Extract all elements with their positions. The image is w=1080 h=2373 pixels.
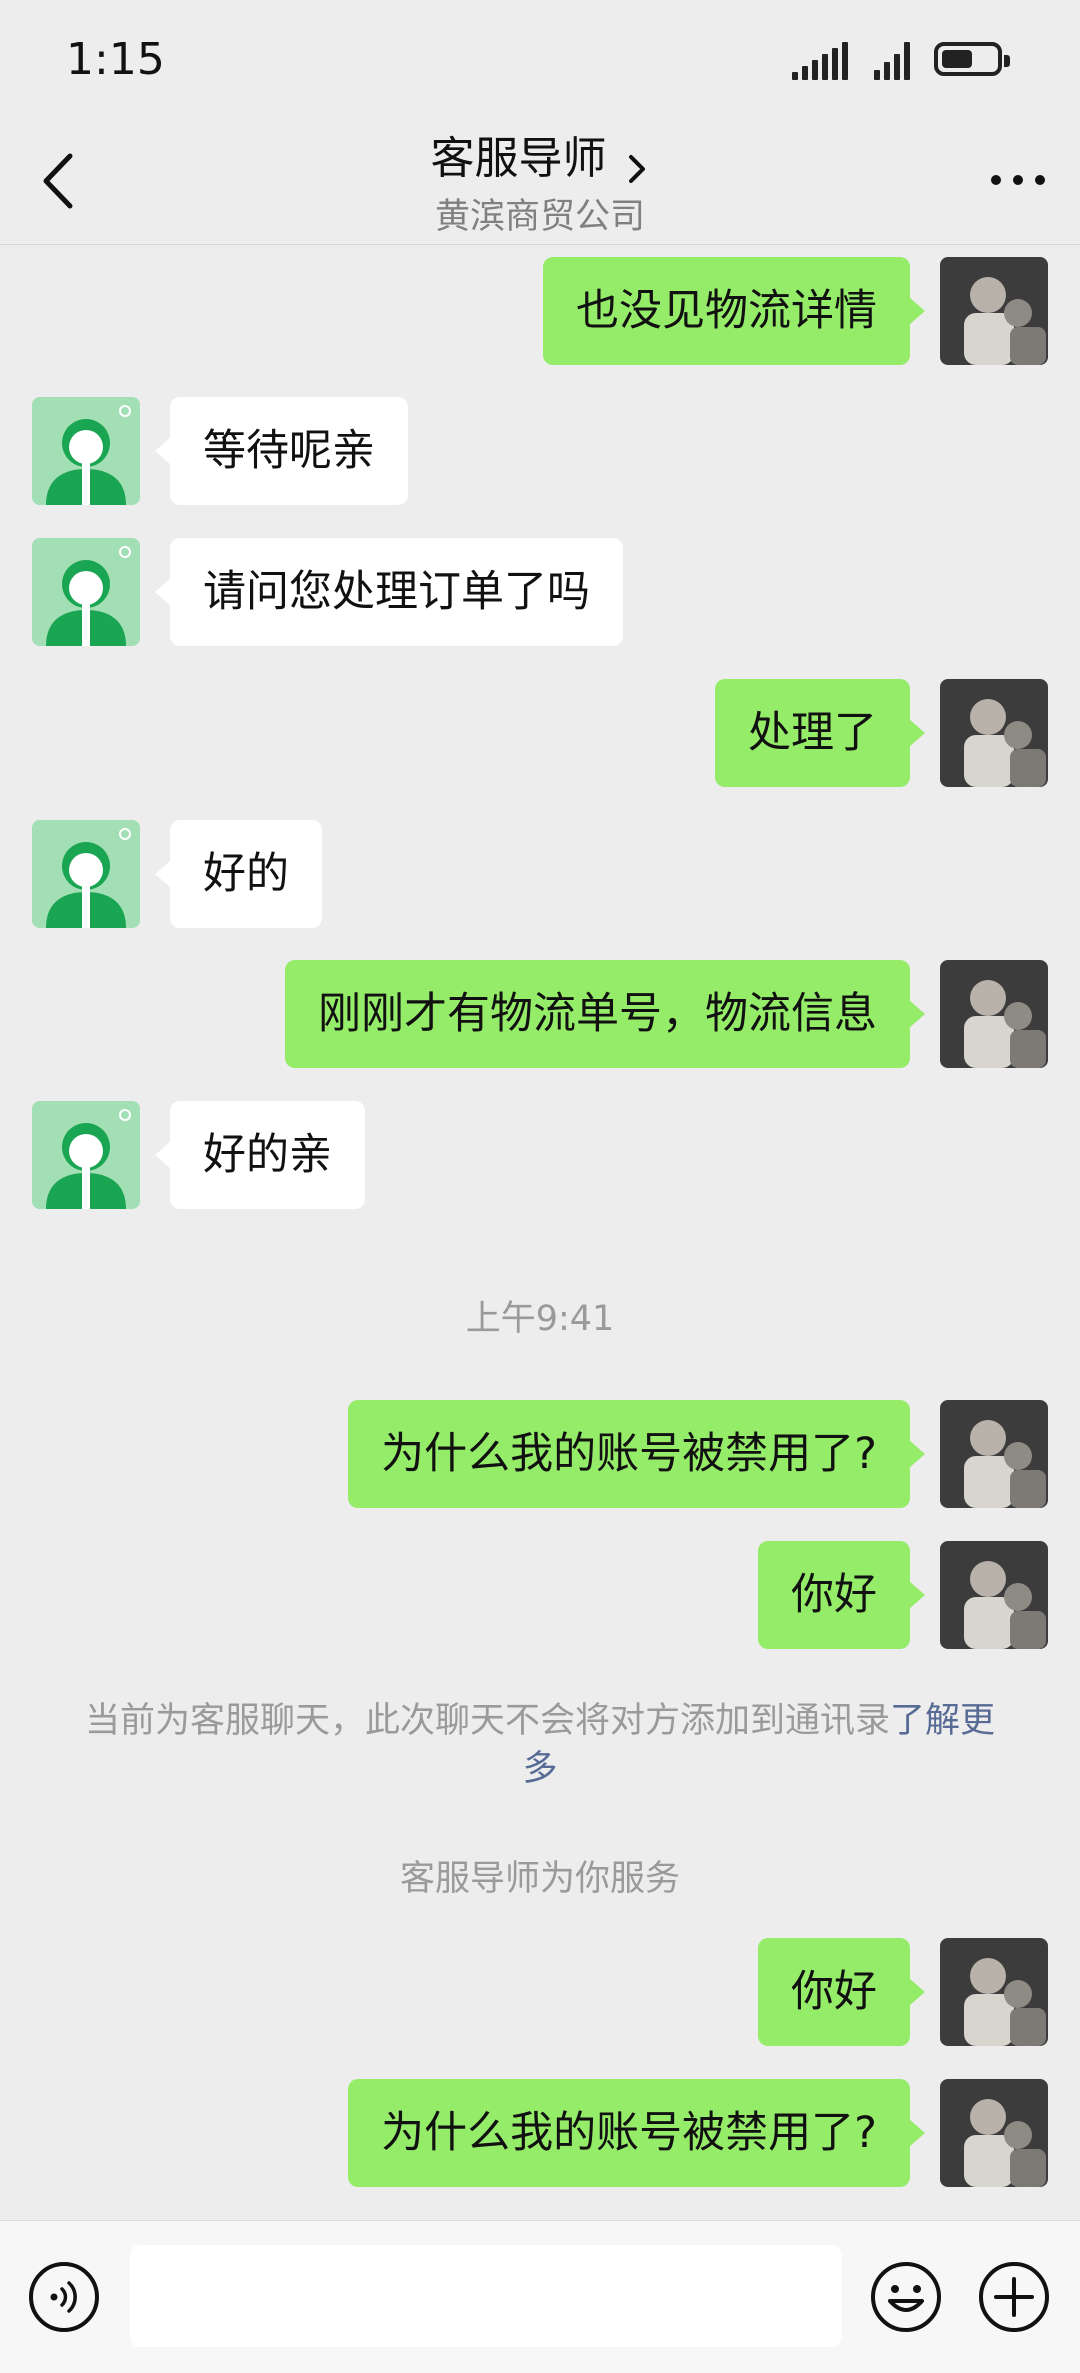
chat-title[interactable]: 客服导师 [0,122,1080,189]
agent-avatar[interactable] [32,397,140,505]
user-avatar[interactable] [940,960,1048,1068]
message-row-incoming: 请问您处理订单了吗 [0,538,1080,646]
user-avatar[interactable] [940,2079,1048,2187]
agent-avatar[interactable] [32,1101,140,1209]
message-bubble-outgoing[interactable]: 也没见物流详情 [543,257,925,365]
message-row-incoming: 好的 [0,820,1080,928]
customer-service-notice: 当前为客服聊天，此次聊天不会将对方添加到通讯录了解更多 [80,1697,1000,1793]
message-bubble-outgoing[interactable]: 处理了 [715,679,925,787]
message-bubble-outgoing[interactable]: 你好 [758,1541,925,1649]
message-row-incoming: 好的亲 [0,1101,1080,1209]
status-time: 1:15 [66,34,165,85]
message-row-outgoing: 也没见物流详情 [0,257,1080,365]
user-avatar[interactable] [940,257,1048,365]
plus-icon[interactable] [976,2259,1052,2335]
message-bubble-incoming[interactable]: 好的 [155,820,322,928]
message-bubble-outgoing[interactable]: 你好 [758,1938,925,2046]
message-row-incoming: 等待呢亲 [0,397,1080,505]
timestamp: 上午9:41 [465,1299,615,1339]
message-input[interactable] [130,2245,842,2347]
user-avatar[interactable] [940,679,1048,787]
battery-icon [934,42,1010,76]
signal-icon [792,40,852,80]
message-bubble-outgoing[interactable]: 为什么我的账号被禁用了? [348,1400,925,1508]
message-row-outgoing: 为什么我的账号被禁用了? [0,2079,1080,2187]
message-row-outgoing: 你好 [0,1938,1080,2046]
message-bubble-incoming[interactable]: 等待呢亲 [155,397,408,505]
chat-title-text: 客服导师 [430,133,607,184]
service-intro: 客服导师为你服务 [399,1859,680,1899]
message-row-outgoing: 刚刚才有物流单号，物流信息 [0,960,1080,1068]
emoji-icon[interactable] [868,2259,944,2335]
signal-icon [874,40,922,80]
voice-icon[interactable] [26,2259,102,2335]
user-avatar[interactable] [940,1400,1048,1508]
message-list[interactable]: 也没见物流详情 等待呢亲 请问您处理订单了吗 处理了 好的 刚刚才有物流单号，物… [0,245,1080,2220]
message-bubble-incoming[interactable]: 请问您处理订单了吗 [155,538,623,646]
agent-avatar[interactable] [32,538,140,646]
message-row-outgoing: 处理了 [0,679,1080,787]
status-bar: 1:15 [0,0,1080,120]
message-bubble-outgoing[interactable]: 为什么我的账号被禁用了? [348,2079,925,2187]
user-avatar[interactable] [940,1541,1048,1649]
message-row-outgoing: 为什么我的账号被禁用了? [0,1400,1080,1508]
user-avatar[interactable] [940,1938,1048,2046]
message-bubble-incoming[interactable]: 好的亲 [155,1101,365,1209]
nav-bar: 客服导师 黄滨商贸公司 [0,120,1080,245]
chat-subtitle: 黄滨商贸公司 [434,197,645,237]
message-bubble-outgoing[interactable]: 刚刚才有物流单号，物流信息 [285,960,925,1068]
notice-text: 当前为客服聊天，此次聊天不会将对方添加到通讯录 [84,1701,890,1741]
agent-avatar[interactable] [32,820,140,928]
message-row-outgoing: 你好 [0,1541,1080,1649]
chat-screen: 1:15 客服导师 黄滨商贸公司 也没见物流详情 等待呢亲 请问您处理订单了吗 … [0,0,1080,2373]
input-bar [0,2220,1080,2373]
more-dots-icon[interactable] [986,160,1050,200]
chevron-right-icon [628,154,645,183]
